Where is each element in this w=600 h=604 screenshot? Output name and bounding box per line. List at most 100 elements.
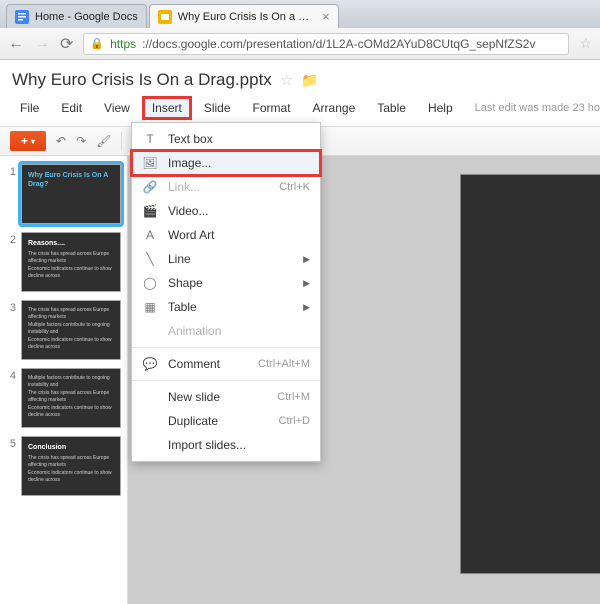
menu-view[interactable]: View <box>94 96 140 120</box>
line-icon: ╲ <box>142 252 158 266</box>
url-bar[interactable]: 🔒 https ://docs.google.com/presentation/d… <box>83 33 569 55</box>
menu-video[interactable]: 🎬 Video... <box>132 199 320 223</box>
back-icon[interactable]: ← <box>8 35 24 53</box>
url-https: https <box>110 37 136 51</box>
menu-line[interactable]: ╲ Line ▶ <box>132 247 320 271</box>
thumb-row: 1 Why Euro Crisis Is On A Drag? <box>6 164 121 224</box>
tab-label: Home - Google Docs <box>35 11 138 23</box>
menu-insert[interactable]: Insert <box>142 96 192 120</box>
slides-favicon-icon <box>158 10 172 24</box>
undo-icon[interactable]: ↶ <box>56 134 66 148</box>
bookmark-star-icon[interactable]: ☆ <box>579 35 592 52</box>
menu-help[interactable]: Help <box>418 96 463 120</box>
browser-tab-slides[interactable]: Why Euro Crisis Is On a Drag × <box>149 4 339 28</box>
thumb-row: 4 Multiple factors contribute to ongoing… <box>6 368 121 428</box>
star-icon[interactable]: ☆ <box>280 71 293 89</box>
thumb-line: The crisis has spread across Europe affe… <box>28 455 114 468</box>
thumb-number: 3 <box>6 300 16 360</box>
slide-thumb-3[interactable]: The crisis has spread across Europe affe… <box>21 300 121 360</box>
thumb-title: Why Euro Crisis Is On A Drag? <box>28 171 114 189</box>
slide-thumbnails: 1 Why Euro Crisis Is On A Drag? 2 Reason… <box>0 156 128 604</box>
video-icon: 🎬 <box>142 204 158 218</box>
menu-shortcut: Ctrl+M <box>277 391 310 403</box>
slide-thumb-1[interactable]: Why Euro Crisis Is On A Drag? <box>21 164 121 224</box>
menu-format[interactable]: Format <box>243 96 301 120</box>
menu-bar: File Edit View Insert Slide Format Arran… <box>0 92 600 126</box>
menu-newslide[interactable]: New slide Ctrl+M <box>132 385 320 409</box>
thumb-line: The crisis has spread across Europe affe… <box>28 307 114 320</box>
menu-import[interactable]: Import slides... <box>132 433 320 457</box>
textbox-icon: T <box>142 132 158 146</box>
thumb-line: Multiple factors contribute to ongoing i… <box>28 322 114 335</box>
thumb-line: Multiple factors contribute to ongoing i… <box>28 375 114 388</box>
new-slide-button[interactable]: + <box>10 131 46 151</box>
submenu-arrow-icon: ▶ <box>303 278 310 289</box>
browser-nav-row: ← → ⟳ 🔒 https ://docs.google.com/presenta… <box>0 28 600 60</box>
menu-label: New slide <box>168 390 267 404</box>
folder-icon[interactable]: 📁 <box>301 72 318 89</box>
menu-separator <box>132 347 320 348</box>
menu-file[interactable]: File <box>10 96 49 120</box>
menu-comment[interactable]: 💬 Comment Ctrl+Alt+M <box>132 352 320 376</box>
submenu-arrow-icon: ▶ <box>303 254 310 265</box>
submenu-arrow-icon: ▶ <box>303 302 310 313</box>
menu-arrange[interactable]: Arrange <box>303 96 366 120</box>
menu-duplicate[interactable]: Duplicate Ctrl+D <box>132 409 320 433</box>
menu-shape[interactable]: ◯ Shape ▶ <box>132 271 320 295</box>
last-edit-text: Last edit was made 23 hours ago b <box>465 102 600 114</box>
thumb-heading: Reasons.... <box>28 239 114 248</box>
thumb-line: Economic indicators continue to show dec… <box>28 470 114 483</box>
menu-table[interactable]: Table <box>367 96 416 120</box>
menu-link: 🔗 Link... Ctrl+K <box>132 175 320 199</box>
thumb-line: Economic indicators continue to show dec… <box>28 405 114 418</box>
thumb-row: 5 Conclusion The crisis has spread acros… <box>6 436 121 496</box>
lock-icon: 🔒 <box>90 37 104 50</box>
thumb-number: 1 <box>6 164 16 224</box>
paint-format-icon[interactable]: 🖌 <box>96 134 111 148</box>
toolbar-separator <box>121 132 122 150</box>
slide-thumb-4[interactable]: Multiple factors contribute to ongoing i… <box>21 368 121 428</box>
menu-label: Word Art <box>168 228 310 242</box>
menu-edit[interactable]: Edit <box>51 96 92 120</box>
menu-label: Animation <box>168 324 310 338</box>
menu-wordart[interactable]: A Word Art <box>132 223 320 247</box>
slide-thumb-5[interactable]: Conclusion The crisis has spread across … <box>21 436 121 496</box>
menu-label: Duplicate <box>168 414 269 428</box>
wordart-icon: A <box>142 228 158 242</box>
menu-table[interactable]: ▦ Table ▶ <box>132 295 320 319</box>
menu-label: Comment <box>168 357 248 371</box>
shape-icon: ◯ <box>142 276 158 290</box>
thumb-row: 2 Reasons.... The crisis has spread acro… <box>6 232 121 292</box>
thumb-heading: Conclusion <box>28 443 114 452</box>
thumb-line: Economic indicators continue to show dec… <box>28 266 114 279</box>
tab-label: Why Euro Crisis Is On a Drag <box>178 11 316 23</box>
image-icon: 🖼 <box>142 156 158 170</box>
browser-tab-docs[interactable]: Home - Google Docs <box>6 4 147 28</box>
close-icon[interactable]: × <box>322 9 330 24</box>
menu-animation: Animation <box>132 319 320 343</box>
current-slide[interactable]: Why E <box>460 174 600 574</box>
menu-label: Text box <box>168 132 310 146</box>
menu-textbox[interactable]: T Text box <box>132 127 320 151</box>
docs-favicon-icon <box>15 10 29 24</box>
url-rest: ://docs.google.com/presentation/d/1L2A-c… <box>142 37 535 51</box>
thumb-line: Economic indicators continue to show dec… <box>28 337 114 350</box>
menu-label: Image... <box>168 156 310 170</box>
doc-title[interactable]: Why Euro Crisis Is On a Drag.pptx <box>12 70 272 90</box>
link-icon: 🔗 <box>142 180 158 194</box>
table-icon: ▦ <box>142 300 158 314</box>
comment-icon: 💬 <box>142 357 158 371</box>
thumb-row: 3 The crisis has spread across Europe af… <box>6 300 121 360</box>
redo-icon[interactable]: ↷ <box>76 134 86 148</box>
menu-image[interactable]: 🖼 Image... <box>132 151 320 175</box>
thumb-number: 4 <box>6 368 16 428</box>
menu-separator <box>132 380 320 381</box>
doc-header: Why Euro Crisis Is On a Drag.pptx ☆ 📁 <box>0 60 600 92</box>
menu-slide[interactable]: Slide <box>194 96 241 120</box>
reload-icon[interactable]: ⟳ <box>60 34 73 54</box>
forward-icon[interactable]: → <box>34 35 50 53</box>
browser-tab-strip: Home - Google Docs Why Euro Crisis Is On… <box>0 0 600 28</box>
slide-thumb-2[interactable]: Reasons.... The crisis has spread across… <box>21 232 121 292</box>
thumb-line: The crisis has spread across Europe affe… <box>28 390 114 403</box>
insert-dropdown: T Text box 🖼 Image... 🔗 Link... Ctrl+K 🎬… <box>131 122 321 462</box>
